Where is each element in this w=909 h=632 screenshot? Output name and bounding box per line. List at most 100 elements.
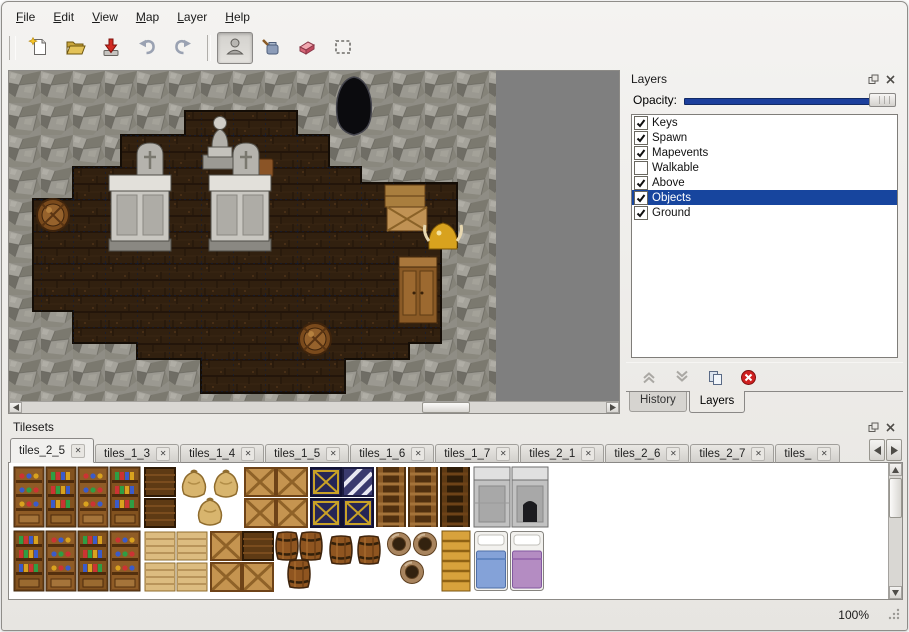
tab-history[interactable]: History <box>629 392 687 412</box>
layer-row[interactable]: Spawn <box>632 130 897 145</box>
tileset-tab[interactable]: tiles_1_6✕ <box>350 444 434 463</box>
layer-name: Spawn <box>652 132 687 144</box>
open-file-button[interactable] <box>57 32 93 64</box>
tileset-tab[interactable]: tiles_✕ <box>775 444 840 463</box>
layer-visibility-checkbox[interactable] <box>634 116 648 130</box>
tileset-tab[interactable]: tiles_1_7✕ <box>435 444 519 463</box>
menu-edit[interactable]: Edit <box>45 7 82 27</box>
menu-map[interactable]: Map <box>128 7 167 27</box>
layer-visibility-checkbox[interactable] <box>634 191 648 205</box>
fill-tool-button[interactable] <box>253 32 289 64</box>
tab-close-icon[interactable]: ✕ <box>156 447 170 461</box>
tileset-tabbar: tiles_2_5✕ tiles_1_3✕ tiles_1_4✕ tiles_1… <box>8 436 903 463</box>
tileset-image <box>12 465 882 593</box>
float-button[interactable] <box>866 420 881 434</box>
map-object-barrel <box>299 323 331 355</box>
layer-visibility-checkbox[interactable] <box>634 176 648 190</box>
vscroll-track[interactable] <box>889 476 902 586</box>
tileset-tab[interactable]: tiles_1_5✕ <box>265 444 349 463</box>
vscroll-down-arrow[interactable] <box>889 586 902 599</box>
menu-view[interactable]: View <box>84 7 126 27</box>
layers-dock-title: Layers <box>631 72 864 86</box>
tab-layers[interactable]: Layers <box>689 391 746 413</box>
tileset-tab[interactable]: tiles_2_7✕ <box>690 444 774 463</box>
map-object-crates <box>385 185 427 231</box>
tab-close-icon[interactable]: ✕ <box>496 447 510 461</box>
toolbar <box>6 30 903 66</box>
tabs-scroll-left-button[interactable] <box>869 439 885 461</box>
new-file-icon <box>28 36 50 61</box>
tileset-tab[interactable]: tiles_2_6✕ <box>605 444 689 463</box>
eraser-tool-button[interactable] <box>289 32 325 64</box>
opacity-label: Opacity: <box>633 93 677 107</box>
vscroll-up-arrow[interactable] <box>889 463 902 476</box>
duplicate-layer-button[interactable] <box>706 368 724 386</box>
new-file-button[interactable] <box>21 32 57 64</box>
toolbar-drag-handle[interactable] <box>9 36 16 60</box>
tileset-tab[interactable]: tiles_2_1✕ <box>520 444 604 463</box>
delete-layer-button[interactable] <box>739 368 757 386</box>
float-button[interactable] <box>866 72 881 86</box>
save-button[interactable] <box>93 32 129 64</box>
layer-visibility-checkbox[interactable] <box>634 146 648 160</box>
vscroll-thumb[interactable] <box>889 478 902 518</box>
map-image <box>9 71 619 401</box>
tileset-tab[interactable]: tiles_2_5✕ <box>10 438 94 463</box>
zoom-level: 100% <box>838 608 869 622</box>
tileset-vertical-scrollbar[interactable] <box>888 463 902 599</box>
map-horizontal-scrollbar[interactable] <box>9 401 619 413</box>
hscroll-thumb[interactable] <box>422 402 470 413</box>
close-icon[interactable] <box>883 72 898 86</box>
hscroll-track[interactable] <box>22 402 606 413</box>
stamp-tool-button[interactable] <box>217 32 253 64</box>
tilesets-dock-title: Tilesets <box>13 420 864 434</box>
map-object-barrel <box>37 199 69 231</box>
tab-close-icon[interactable]: ✕ <box>326 447 340 461</box>
layer-row[interactable]: Mapevents <box>632 145 897 160</box>
layers-dock: Layers Opacity: Keys Spawn Mapevents <box>626 70 903 414</box>
tab-close-icon[interactable]: ✕ <box>411 447 425 461</box>
close-icon[interactable] <box>883 420 898 434</box>
tab-close-icon[interactable]: ✕ <box>71 444 85 458</box>
layer-visibility-checkbox[interactable] <box>634 131 648 145</box>
hscroll-left-arrow[interactable] <box>9 402 22 413</box>
move-layer-up-button[interactable] <box>640 368 658 386</box>
tab-close-icon[interactable]: ✕ <box>666 447 680 461</box>
layer-name: Mapevents <box>652 147 708 159</box>
tabs-scroll-right-button[interactable] <box>886 439 902 461</box>
layer-row[interactable]: Above <box>632 175 897 190</box>
hscroll-right-arrow[interactable] <box>606 402 619 413</box>
layer-row[interactable]: Objects <box>632 190 897 205</box>
tab-close-icon[interactable]: ✕ <box>241 447 255 461</box>
save-icon <box>100 36 122 61</box>
layer-row[interactable]: Keys <box>632 115 897 130</box>
map-object-crypt <box>109 175 171 251</box>
tileset-tab[interactable]: tiles_1_3✕ <box>95 444 179 463</box>
application-window: File Edit View Map Layer Help <box>1 1 908 631</box>
resize-grip[interactable] <box>888 608 900 623</box>
tab-close-icon[interactable]: ✕ <box>817 447 831 461</box>
layer-visibility-checkbox[interactable] <box>634 206 648 220</box>
map-view-widget <box>8 70 620 414</box>
map-canvas[interactable] <box>9 71 619 401</box>
menu-file[interactable]: File <box>8 7 43 27</box>
tab-close-icon[interactable]: ✕ <box>581 447 595 461</box>
layer-row[interactable]: Walkable <box>632 160 897 175</box>
redo-button[interactable] <box>165 32 201 64</box>
tileset-canvas[interactable] <box>8 463 903 600</box>
opacity-slider[interactable] <box>684 92 896 108</box>
layer-name: Above <box>652 177 685 189</box>
tileset-tab[interactable]: tiles_1_4✕ <box>180 444 264 463</box>
rect-select-tool-button[interactable] <box>325 32 361 64</box>
opacity-slider-groove[interactable] <box>684 98 894 105</box>
opacity-slider-handle[interactable] <box>869 93 896 107</box>
layer-visibility-checkbox[interactable] <box>634 161 648 175</box>
tab-close-icon[interactable]: ✕ <box>751 447 765 461</box>
move-layer-down-button[interactable] <box>673 368 691 386</box>
menu-help[interactable]: Help <box>217 7 258 27</box>
undo-button[interactable] <box>129 32 165 64</box>
map-object-crypt <box>209 175 271 251</box>
layer-row[interactable]: Ground <box>632 205 897 220</box>
menu-layer[interactable]: Layer <box>169 7 215 27</box>
map-object-cabinet <box>399 257 437 323</box>
